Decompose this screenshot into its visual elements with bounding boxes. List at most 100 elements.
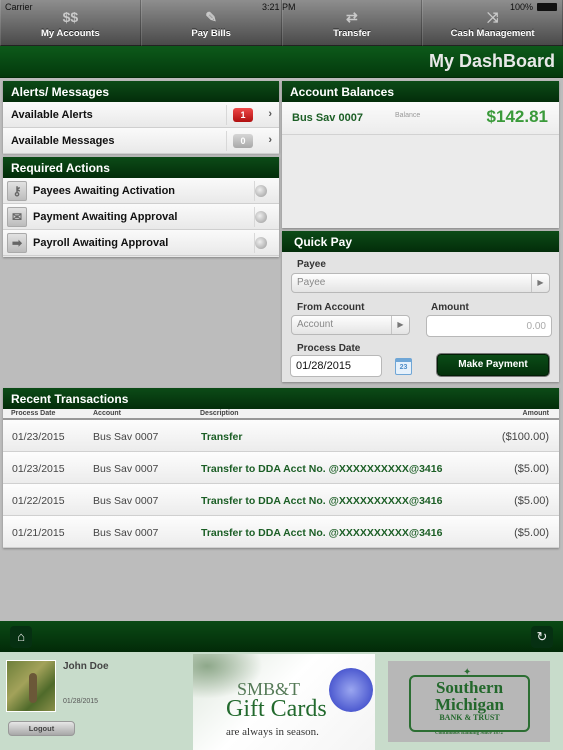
user-name: John Doe <box>63 661 109 672</box>
transaction-row[interactable]: 01/23/2015 Bus Sav 0007 Transfer ($100.0… <box>3 420 559 452</box>
bank-logo: ✦ Southern Michigan BANK & TRUST Continu… <box>388 661 550 742</box>
ad-tagline: are always in season. <box>226 726 319 738</box>
transaction-description: Transfer to DDA Acct No. @XXXXXXXXXX@341… <box>201 495 443 507</box>
row-label: Payment Awaiting Approval <box>33 210 178 223</box>
available-messages-row[interactable]: Available Messages 0 › <box>3 128 279 154</box>
home-button[interactable]: ⌂ <box>10 626 32 648</box>
transaction-date: 01/21/2015 <box>12 527 65 539</box>
row-label: Available Messages <box>11 134 115 147</box>
logout-button[interactable]: Logout <box>8 721 75 736</box>
process-date-value: 01/28/2015 <box>296 360 352 372</box>
dropdown-arrow-icon: ▶ <box>391 316 409 334</box>
payroll-awaiting-approval-row[interactable]: ➡ Payroll Awaiting Approval <box>3 230 279 256</box>
row-label: Payees Awaiting Activation <box>33 184 176 197</box>
process-date-label: Process Date <box>297 343 361 354</box>
process-date-input[interactable]: 01/28/2015 <box>290 355 382 377</box>
dollar-icon: $$ <box>62 9 79 25</box>
key-icon: ⚷ <box>7 180 27 201</box>
transaction-amount: ($5.00) <box>514 527 549 539</box>
transaction-description: Transfer to DDA Acct No. @XXXXXXXXXX@341… <box>201 463 443 475</box>
bill-icon: ✎ <box>205 8 217 25</box>
login-date: 01/28/2015 <box>63 698 99 705</box>
account-name: Bus Sav 0007 <box>292 112 363 124</box>
account-balances-title: Account Balances <box>282 81 559 102</box>
recent-transactions-title: Recent Transactions <box>3 388 559 409</box>
transaction-account: Bus Sav 0007 <box>93 527 159 539</box>
alerts-title: Alerts/ Messages <box>3 81 279 102</box>
tab-label: Cash Management <box>450 28 535 39</box>
recent-transactions-panel: Recent Transactions Process Date Account… <box>3 388 559 548</box>
title-bar: My DashBoard <box>0 46 563 78</box>
bottom-toolbar: ⌂ ↻ <box>0 621 563 652</box>
payees-awaiting-activation-row[interactable]: ⚷ Payees Awaiting Activation <box>3 178 279 204</box>
logo-frame: ✦ Southern Michigan BANK & TRUST <box>409 667 530 732</box>
logo-tagline: Continuous Banking Since 1872 <box>435 731 503 736</box>
status-knob-icon <box>255 211 267 223</box>
transaction-amount: ($100.00) <box>501 431 549 443</box>
transactions-header: Process Date Account Description Amount <box>3 409 559 420</box>
payment-awaiting-approval-row[interactable]: ✉ Payment Awaiting Approval <box>3 204 279 230</box>
calendar-day: 23 <box>399 364 408 371</box>
compass-icon: ✦ <box>463 667 472 678</box>
tab-transfer[interactable]: ⇄ Transfer <box>281 0 423 46</box>
from-account-select[interactable]: Account ▶ <box>291 315 410 335</box>
col-account: Account <box>93 410 121 417</box>
from-account-label: From Account <box>297 302 365 313</box>
payee-placeholder: Payee <box>297 277 326 288</box>
chevron-right-icon: › <box>268 108 272 120</box>
amount-input[interactable]: 0.00 <box>426 315 552 337</box>
status-knob-icon <box>255 185 267 197</box>
tab-my-accounts[interactable]: $$ My Accounts <box>0 0 141 46</box>
col-description: Description <box>200 410 239 417</box>
dropdown-arrow-icon: ▶ <box>531 274 549 292</box>
button-label: Make Payment <box>458 359 528 370</box>
col-process-date: Process Date <box>11 410 56 417</box>
user-avatar <box>6 660 56 712</box>
make-payment-button[interactable]: Make Payment <box>437 354 549 376</box>
available-alerts-row[interactable]: Available Alerts 1 › <box>3 102 279 128</box>
status-knob-icon <box>255 237 267 249</box>
account-balances-panel: Account Balances Bus Sav 0007 Balance $1… <box>282 81 559 228</box>
gift-card-ad-banner[interactable]: SMB&T Gift Cards are always in season. <box>193 654 375 750</box>
refresh-icon: ↻ <box>536 629 548 644</box>
transaction-date: 01/23/2015 <box>12 463 65 475</box>
shuffle-icon: ⤨ <box>487 8 499 25</box>
amount-label: Amount <box>431 302 469 313</box>
calendar-icon[interactable]: 23 <box>395 358 412 375</box>
balance-row[interactable]: Bus Sav 0007 Balance $142.81 <box>282 102 559 135</box>
transaction-description: Transfer to DDA Acct No. @XXXXXXXXXX@341… <box>201 527 443 539</box>
ad-headline: Gift Cards <box>226 696 327 722</box>
footer: John Doe 01/28/2015 Logout SMB&T Gift Ca… <box>0 652 563 750</box>
balance-label: Balance <box>395 112 421 119</box>
quick-pay-panel: Quick Pay Payee Payee ▶ From Account Acc… <box>282 231 559 382</box>
quick-pay-title: Quick Pay <box>282 231 559 252</box>
home-icon: ⌂ <box>17 629 25 644</box>
amount-placeholder: 0.00 <box>526 321 546 332</box>
transaction-row[interactable]: 01/21/2015 Bus Sav 0007 Transfer to DDA … <box>3 516 559 548</box>
logo-line3: BANK & TRUST <box>439 713 500 722</box>
page-title: My DashBoard <box>428 51 555 71</box>
meerkat-photo <box>29 673 37 703</box>
transaction-account: Bus Sav 0007 <box>93 431 159 443</box>
tab-label: Transfer <box>333 28 371 39</box>
row-label: Payroll Awaiting Approval <box>33 236 169 249</box>
col-amount: Amount <box>522 410 549 417</box>
payee-select[interactable]: Payee ▶ <box>291 273 550 293</box>
transaction-description: Transfer <box>201 431 243 443</box>
transaction-row[interactable]: 01/22/2015 Bus Sav 0007 Transfer to DDA … <box>3 484 559 516</box>
transfer-arrows-icon: ⇄ <box>346 8 358 25</box>
row-label: Available Alerts <box>11 108 93 121</box>
transaction-amount: ($5.00) <box>514 463 549 475</box>
balance-amount: $142.81 <box>486 107 548 126</box>
payee-label: Payee <box>297 259 326 270</box>
alert-count-badge: 1 <box>233 108 253 122</box>
top-navigation-bar: Carrier 3:21 PM 100% $$ My Accounts ✎ Pay … <box>0 0 563 46</box>
button-label: Logout <box>28 724 55 733</box>
transaction-row[interactable]: 01/23/2015 Bus Sav 0007 Transfer to DDA … <box>3 452 559 484</box>
alerts-panel: Alerts/ Messages Available Alerts 1 › Av… <box>3 81 279 154</box>
tab-pay-bills[interactable]: ✎ Pay Bills <box>140 0 282 46</box>
tab-cash-management[interactable]: ⤨ Cash Management <box>422 0 563 46</box>
gift-bow-image <box>329 668 373 712</box>
refresh-button[interactable]: ↻ <box>531 626 553 648</box>
required-actions-panel: Required Actions ⚷ Payees Awaiting Activ… <box>3 157 279 257</box>
